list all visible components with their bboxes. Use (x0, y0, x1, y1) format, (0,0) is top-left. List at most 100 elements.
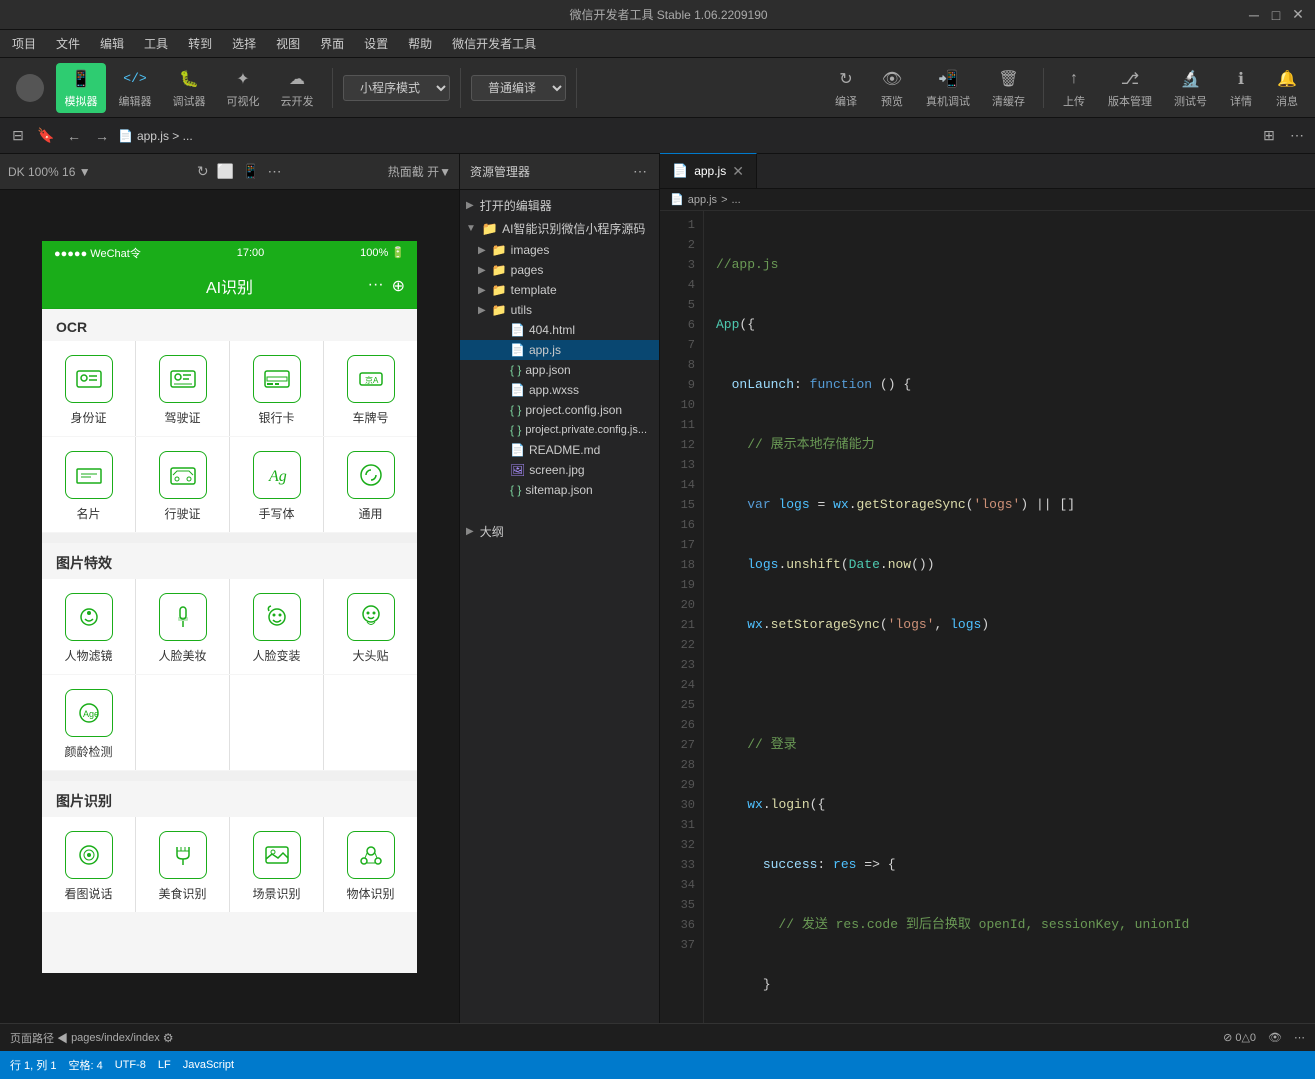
code-content[interactable]: //app.js App({ onLaunch: function () { /… (704, 211, 1315, 1023)
menu-view[interactable]: 视图 (272, 33, 304, 54)
menu-settings[interactable]: 设置 (360, 33, 392, 54)
preview-btn[interactable]: 👁 预览 (872, 63, 912, 113)
compile-btn[interactable]: ↻ 编译 (826, 63, 866, 113)
bookmark-btn[interactable]: 🔖 (34, 124, 58, 148)
tree-pages[interactable]: ▶ 📁 pages (460, 260, 659, 280)
explorer-tree[interactable]: ▶ 打开的编辑器 ▼ 📁 AI智能识别微信小程序源码 ▶ 📁 images ▶ … (460, 190, 659, 1023)
json-icon: { } (510, 363, 521, 377)
split-editor-btn[interactable]: ⊟ (6, 124, 30, 148)
card-big-head[interactable]: 大头贴 (324, 579, 417, 674)
card-id[interactable]: 身份证 (42, 341, 135, 436)
clean-btn[interactable]: 🗑 清缓存 (984, 63, 1033, 113)
card-bank[interactable]: 银行卡 (230, 341, 323, 436)
tree-template[interactable]: ▶ 📁 template (460, 280, 659, 300)
maximize-button[interactable]: □ (1269, 8, 1283, 22)
card-general[interactable]: 通用 (324, 437, 417, 532)
breadcrumb-file-icon: 📄 (118, 129, 133, 143)
mode-select[interactable]: 小程序模式 (343, 75, 450, 101)
menu-goto[interactable]: 转到 (184, 33, 216, 54)
menu-interface[interactable]: 界面 (316, 33, 348, 54)
menu-project[interactable]: 项目 (8, 33, 40, 54)
tree-projectconfig[interactable]: { } project.config.json (460, 400, 659, 420)
forward-btn[interactable]: → (90, 124, 114, 148)
debugger-btn[interactable]: 🐛 调试器 (164, 63, 214, 113)
notification-btn[interactable]: 🔔 消息 (1267, 63, 1307, 113)
phone-content[interactable]: OCR 身份证 驾驶证 (42, 309, 417, 973)
card-business[interactable]: 名片 (42, 437, 135, 532)
visualizer-btn[interactable]: ✦ 可视化 (218, 63, 268, 113)
card-makeup[interactable]: 人脸美妆 (136, 579, 229, 674)
tree-projectprivate[interactable]: { } project.private.config.js... (460, 420, 659, 440)
card-face-change[interactable]: 人脸变装 (230, 579, 323, 674)
card-vehicle[interactable]: 行驶证 (136, 437, 229, 532)
card-food[interactable]: 美食识别 (136, 817, 229, 912)
sim-zoom[interactable]: DK 100% 16 ▼ (8, 165, 91, 179)
menu-help[interactable]: 帮助 (404, 33, 436, 54)
tab-appjs[interactable]: 📄 app.js ✕ (660, 153, 757, 188)
cloud-btn[interactable]: ☁ 云开发 (272, 63, 322, 113)
avatar-btn[interactable] (8, 70, 52, 106)
card-scene[interactable]: 场景识别 (230, 817, 323, 912)
editor-btn[interactable]: </> 编辑器 (110, 63, 160, 113)
card-age[interactable]: Age 颜龄检测 (42, 675, 135, 770)
ocr-grid-2: 名片 行驶证 Ag 手写体 (42, 437, 417, 532)
simulator-btn[interactable]: 📱 模拟器 (56, 63, 106, 113)
compile-select[interactable]: 普通编译 (471, 75, 566, 101)
tree-sitemap[interactable]: { } sitemap.json (460, 480, 659, 500)
tree-readme[interactable]: 📄 README.md (460, 440, 659, 460)
more-btn-bottom[interactable]: ⋯ (1294, 1031, 1305, 1044)
template-folder-icon: 📁 (492, 283, 507, 297)
errors-item[interactable]: ⊘ 0△0 (1223, 1031, 1256, 1044)
card-object[interactable]: 物体识别 (324, 817, 417, 912)
tree-appjson[interactable]: { } app.json (460, 360, 659, 380)
detail-btn[interactable]: ℹ 详情 (1221, 63, 1261, 113)
upload-btn[interactable]: ↑ 上传 (1054, 63, 1094, 113)
menu-edit[interactable]: 编辑 (96, 33, 128, 54)
menu-file[interactable]: 文件 (52, 33, 84, 54)
minimize-button[interactable]: ─ (1247, 8, 1261, 22)
real-machine-btn[interactable]: 📲 真机调试 (918, 63, 978, 113)
explorer-more-btn[interactable]: ⋯ (631, 161, 649, 182)
status-language[interactable]: JavaScript (183, 1059, 234, 1071)
tree-appjs[interactable]: 📄 app.js (460, 340, 659, 360)
menu-wechat-tools[interactable]: 微信开发者工具 (448, 33, 540, 54)
code-area[interactable]: 123 456 789 101112 131415 161718 192021 … (660, 211, 1315, 1023)
status-line-ending[interactable]: LF (158, 1059, 171, 1071)
card-driver[interactable]: 驾驶证 (136, 341, 229, 436)
tree-utils[interactable]: ▶ 📁 utils (460, 300, 659, 320)
card-plate[interactable]: 京A 车牌号 (324, 341, 417, 436)
tree-404[interactable]: 📄 404.html (460, 320, 659, 340)
breadcrumb-path: app.js > ... (137, 129, 193, 143)
more-options-btn[interactable]: ⋯ (1285, 124, 1309, 148)
phone-menu-btn[interactable]: ⊕ (392, 276, 405, 296)
card-image-talk[interactable]: 看图说话 (42, 817, 135, 912)
tree-screen[interactable]: 🖼 screen.jpg (460, 460, 659, 480)
sim-stop-btn[interactable]: ⬜ (217, 163, 234, 180)
tree-outline[interactable]: ▶ 大纲 (460, 520, 659, 543)
status-position[interactable]: 行 1, 列 1 (10, 1057, 56, 1073)
tab-close-btn[interactable]: ✕ (732, 163, 744, 180)
test-btn[interactable]: 🔬 测试号 (1166, 63, 1215, 113)
menu-select[interactable]: 选择 (228, 33, 260, 54)
card-handwriting[interactable]: Ag 手写体 (230, 437, 323, 532)
version-btn[interactable]: ⎇ 版本管理 (1100, 63, 1160, 113)
sim-refresh-btn[interactable]: ↻ (197, 163, 209, 180)
sim-phone-btn[interactable]: 📱 (242, 163, 259, 180)
close-button[interactable]: ✕ (1291, 8, 1305, 22)
status-encoding[interactable]: UTF-8 (115, 1059, 146, 1071)
tree-appwxss[interactable]: 📄 app.wxss (460, 380, 659, 400)
window-controls[interactable]: ─ □ ✕ (1247, 8, 1305, 22)
phone-dots-btn[interactable]: ··· (368, 276, 384, 296)
menu-tools[interactable]: 工具 (140, 33, 172, 54)
page-path-item[interactable]: 页面路径 ◀ pages/index/index ⚙ (10, 1030, 174, 1046)
tree-open-editors[interactable]: ▶ 打开的编辑器 (460, 194, 659, 217)
eye-btn[interactable]: 👁 (1268, 1031, 1282, 1044)
sim-hotkeys[interactable]: 热面截 开▼ (388, 163, 451, 180)
back-btn[interactable]: ← (62, 124, 86, 148)
toggle-panels-btn[interactable]: ⊞ (1257, 124, 1281, 148)
status-spaces[interactable]: 空格: 4 (68, 1057, 102, 1073)
card-filter[interactable]: 人物滤镜 (42, 579, 135, 674)
tree-images[interactable]: ▶ 📁 images (460, 240, 659, 260)
sim-more-btn[interactable]: ⋯ (268, 163, 282, 180)
tree-project-root[interactable]: ▼ 📁 AI智能识别微信小程序源码 (460, 217, 659, 240)
